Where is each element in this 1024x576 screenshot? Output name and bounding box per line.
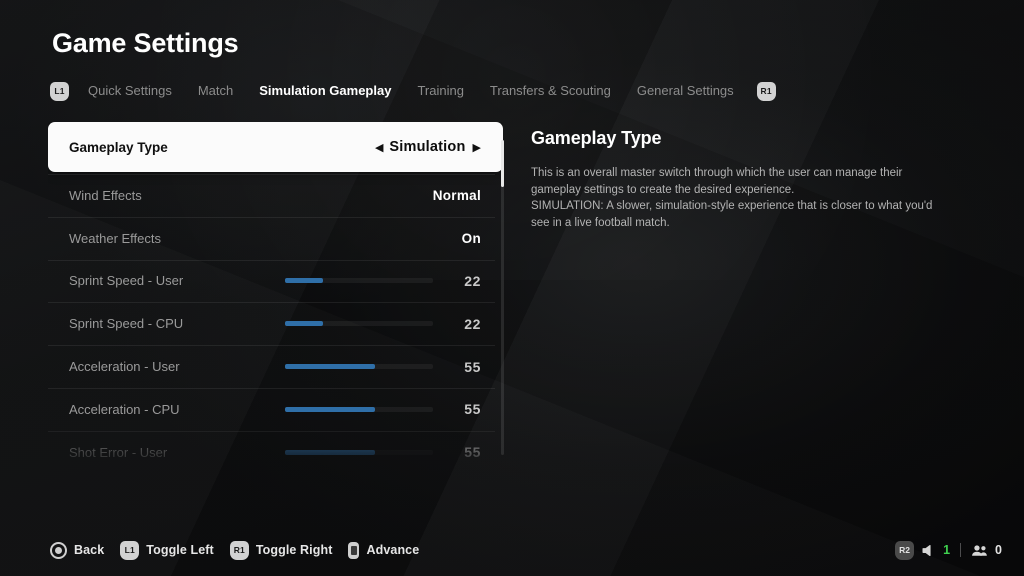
setting-label: Acceleration - CPU xyxy=(69,401,180,417)
setting-row-acceleration-user[interactable]: Acceleration - User 55 xyxy=(48,345,503,388)
detail-paragraph: SIMULATION: A slower, simulation-style e… xyxy=(531,200,933,229)
action-back[interactable]: Back xyxy=(50,541,105,559)
setting-row-weather-effects[interactable]: Weather Effects On xyxy=(48,216,503,260)
volume-value: 1 xyxy=(943,543,951,557)
players-value: 0 xyxy=(995,543,1002,557)
setting-label: Shot Error - User xyxy=(69,444,168,460)
detail-panel: Gameplay Type This is an overall master … xyxy=(531,128,943,231)
tab-general-settings[interactable]: General Settings xyxy=(624,81,747,101)
setting-row-sprint-speed-cpu[interactable]: Sprint Speed - CPU 22 xyxy=(48,302,503,345)
action-toggle-right[interactable]: R1 Toggle Right xyxy=(229,540,333,560)
setting-row-shot-error-user[interactable]: Shot Error - User 55 xyxy=(48,430,503,470)
list-scrollbar[interactable] xyxy=(501,140,504,455)
setting-value: 55 xyxy=(464,401,481,418)
setting-label: Sprint Speed - User xyxy=(69,273,184,289)
detail-paragraph: This is an overall master switch through… xyxy=(531,167,903,196)
setting-value: On xyxy=(461,230,481,246)
setting-value: 55 xyxy=(464,358,481,375)
page-title: Game Settings xyxy=(52,28,239,58)
setting-value: 22 xyxy=(464,272,481,289)
game-settings-screen: Game Settings L1 Quick Settings Match Si… xyxy=(0,0,1024,576)
slider-fill xyxy=(285,449,376,455)
chevron-right-icon[interactable]: ▶ xyxy=(473,141,481,154)
setting-value: 22 xyxy=(464,315,481,332)
slider-fill xyxy=(285,364,376,370)
setting-label: Wind Effects xyxy=(69,187,142,203)
setting-value: Normal xyxy=(432,187,481,203)
action-label: Advance xyxy=(366,543,420,557)
setting-row-sprint-speed-user[interactable]: Sprint Speed - User 22 xyxy=(48,259,503,303)
people-icon[interactable] xyxy=(971,543,988,558)
tab-simulation-gameplay[interactable]: Simulation Gameplay xyxy=(246,81,404,101)
touchpad-button-icon xyxy=(348,541,360,559)
settings-list[interactable]: Gameplay Type ◀ Simulation ▶ Wind Effect… xyxy=(48,122,503,470)
setting-label: Acceleration - User xyxy=(69,359,180,375)
setting-slider[interactable] xyxy=(285,364,433,370)
tab-bar: L1 Quick Settings Match Simulation Gamep… xyxy=(50,81,776,101)
bottom-actions: Back L1 Toggle Left R1 Toggle Right Adva… xyxy=(50,540,420,560)
list-scrollbar-thumb[interactable] xyxy=(501,140,504,188)
setting-value: 55 xyxy=(464,444,481,461)
setting-row-gameplay-type[interactable]: Gameplay Type ◀ Simulation ▶ xyxy=(48,122,503,172)
tab-quick-settings[interactable]: Quick Settings xyxy=(75,81,185,101)
setting-label: Weather Effects xyxy=(69,230,162,246)
slider-fill xyxy=(285,321,324,327)
setting-slider[interactable] xyxy=(285,278,433,284)
circle-button-icon xyxy=(50,541,67,559)
setting-row-wind-effects[interactable]: Wind Effects Normal xyxy=(48,174,503,217)
setting-value: Simulation xyxy=(389,139,466,155)
action-advance[interactable]: Advance xyxy=(348,541,420,559)
action-label: Toggle Right xyxy=(255,543,333,557)
setting-row-acceleration-cpu[interactable]: Acceleration - CPU 55 xyxy=(48,387,503,431)
tab-training[interactable]: Training xyxy=(404,81,476,101)
detail-title: Gameplay Type xyxy=(531,128,662,148)
action-toggle-left[interactable]: L1 Toggle Left xyxy=(120,540,214,560)
setting-label: Gameplay Type xyxy=(69,139,168,155)
tab-match[interactable]: Match xyxy=(185,81,246,101)
l1-button-icon: L1 xyxy=(120,540,140,560)
chevron-left-icon[interactable]: ◀ xyxy=(375,141,383,154)
slider-fill xyxy=(285,406,376,412)
speaker-icon[interactable] xyxy=(921,543,936,558)
status-divider xyxy=(960,543,962,557)
r1-button-icon[interactable]: R1 xyxy=(756,81,776,101)
action-label: Toggle Left xyxy=(146,543,214,557)
setting-label: Sprint Speed - CPU xyxy=(69,316,184,332)
action-label: Back xyxy=(74,543,105,557)
setting-slider[interactable] xyxy=(285,321,433,327)
bottom-bar: Back L1 Toggle Left R1 Toggle Right Adva… xyxy=(0,524,1024,576)
tab-transfers-scouting[interactable]: Transfers & Scouting xyxy=(477,81,624,101)
r1-button-icon: R1 xyxy=(229,540,249,560)
bottom-status: R2 1 0 xyxy=(895,540,1002,560)
setting-slider[interactable] xyxy=(285,406,433,412)
l1-button-icon[interactable]: L1 xyxy=(50,81,69,101)
setting-slider[interactable] xyxy=(285,449,433,455)
r2-button-icon[interactable]: R2 xyxy=(895,540,915,560)
slider-fill xyxy=(285,278,324,284)
